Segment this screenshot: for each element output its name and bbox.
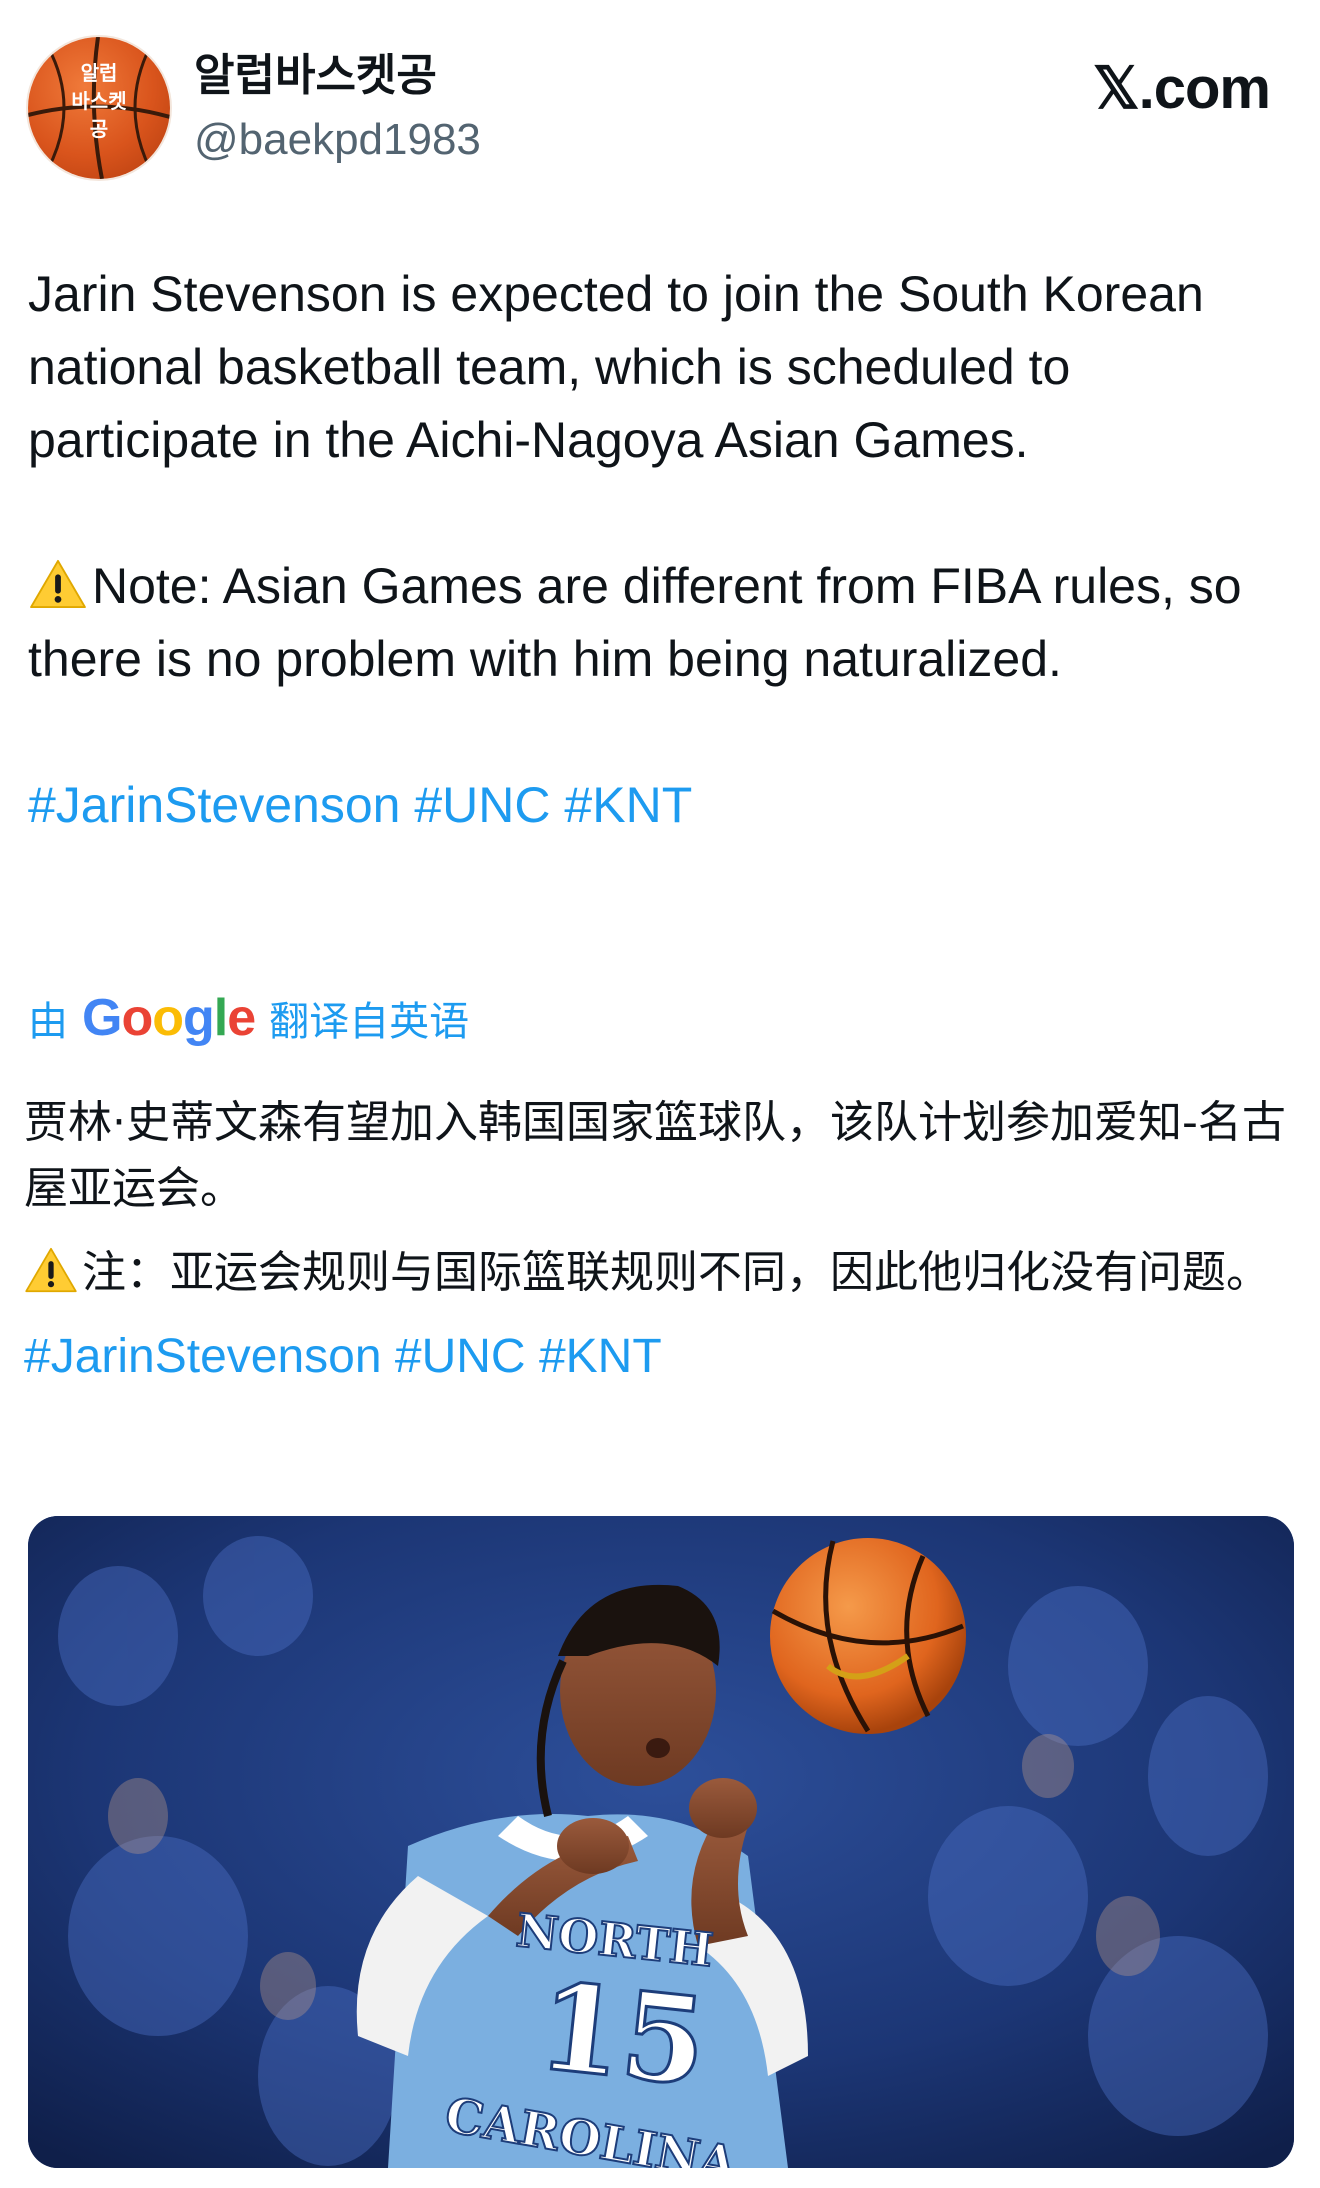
hashtag-link[interactable]: #KNT	[564, 777, 692, 833]
avatar-text-line: 공	[89, 117, 109, 141]
google-logo: Google	[82, 989, 256, 1047]
note-text: Note: Asian Games are different from FIB…	[28, 558, 1242, 687]
tweet-photo[interactable]: NORTH 15 CAROLINA	[28, 1516, 1294, 2168]
hashtag-link[interactable]: #UNC	[414, 777, 550, 833]
translated-text: 贾林·史蒂文森有望加入韩国国家篮球队，该队计划参加爱知-名古屋亚运会。 注：亚运…	[24, 1090, 1294, 1408]
translated-paragraph: 贾林·史蒂文森有望加入韩国国家篮球队，该队计划参加爱知-名古屋亚运会。	[24, 1097, 1286, 1214]
display-name[interactable]: 알럽바스켓공	[194, 48, 437, 104]
warning-icon	[25, 1247, 77, 1293]
basketball-player-image: NORTH 15 CAROLINA	[28, 1516, 1294, 2168]
hashtag-link[interactable]: #JarinStevenson	[28, 777, 400, 833]
tweet-paragraph: Jarin Stevenson is expected to join the …	[28, 266, 1204, 468]
translation-attribution[interactable]: 由 Google 翻译自英语	[28, 988, 469, 1048]
translation-prefix: 由	[28, 999, 68, 1045]
brand-logo: 𝕏.com	[1092, 56, 1271, 121]
hashtag-link[interactable]: #JarinStevenson	[24, 1330, 382, 1383]
warning-icon	[30, 559, 86, 609]
jersey-number: 15	[532, 1956, 713, 2114]
translated-note-text: 注：亚运会规则与国际篮联规则不同，因此他归化没有问题。	[82, 1247, 1270, 1298]
translation-suffix: 翻译自英语	[269, 999, 470, 1045]
avatar[interactable]: 알럽 바스켓 공	[28, 37, 170, 179]
hashtag-link[interactable]: #UNC	[395, 1330, 526, 1383]
user-handle[interactable]: @baekpd1983	[194, 112, 481, 168]
tweet-text: Jarin Stevenson is expected to join the …	[28, 258, 1292, 842]
avatar-text-line: 알럽	[80, 61, 118, 85]
avatar-text-line: 바스켓	[71, 89, 127, 113]
tweet-header: 알럽 바스켓 공 알럽바스켓공 @baekpd1983 𝕏.com	[0, 0, 1320, 200]
translated-note: 注：亚运会规则与国际篮联规则不同，因此他归化没有问题。	[24, 1240, 1294, 1306]
tweet-note: Note: Asian Games are different from FIB…	[28, 550, 1292, 696]
hashtag-list: #JarinStevenson #UNC #KNT	[28, 769, 1292, 842]
basketball-icon	[770, 1538, 966, 1734]
hashtag-link[interactable]: #KNT	[539, 1330, 662, 1383]
translated-hashtag-list: #JarinStevenson #UNC #KNT	[24, 1324, 1294, 1390]
